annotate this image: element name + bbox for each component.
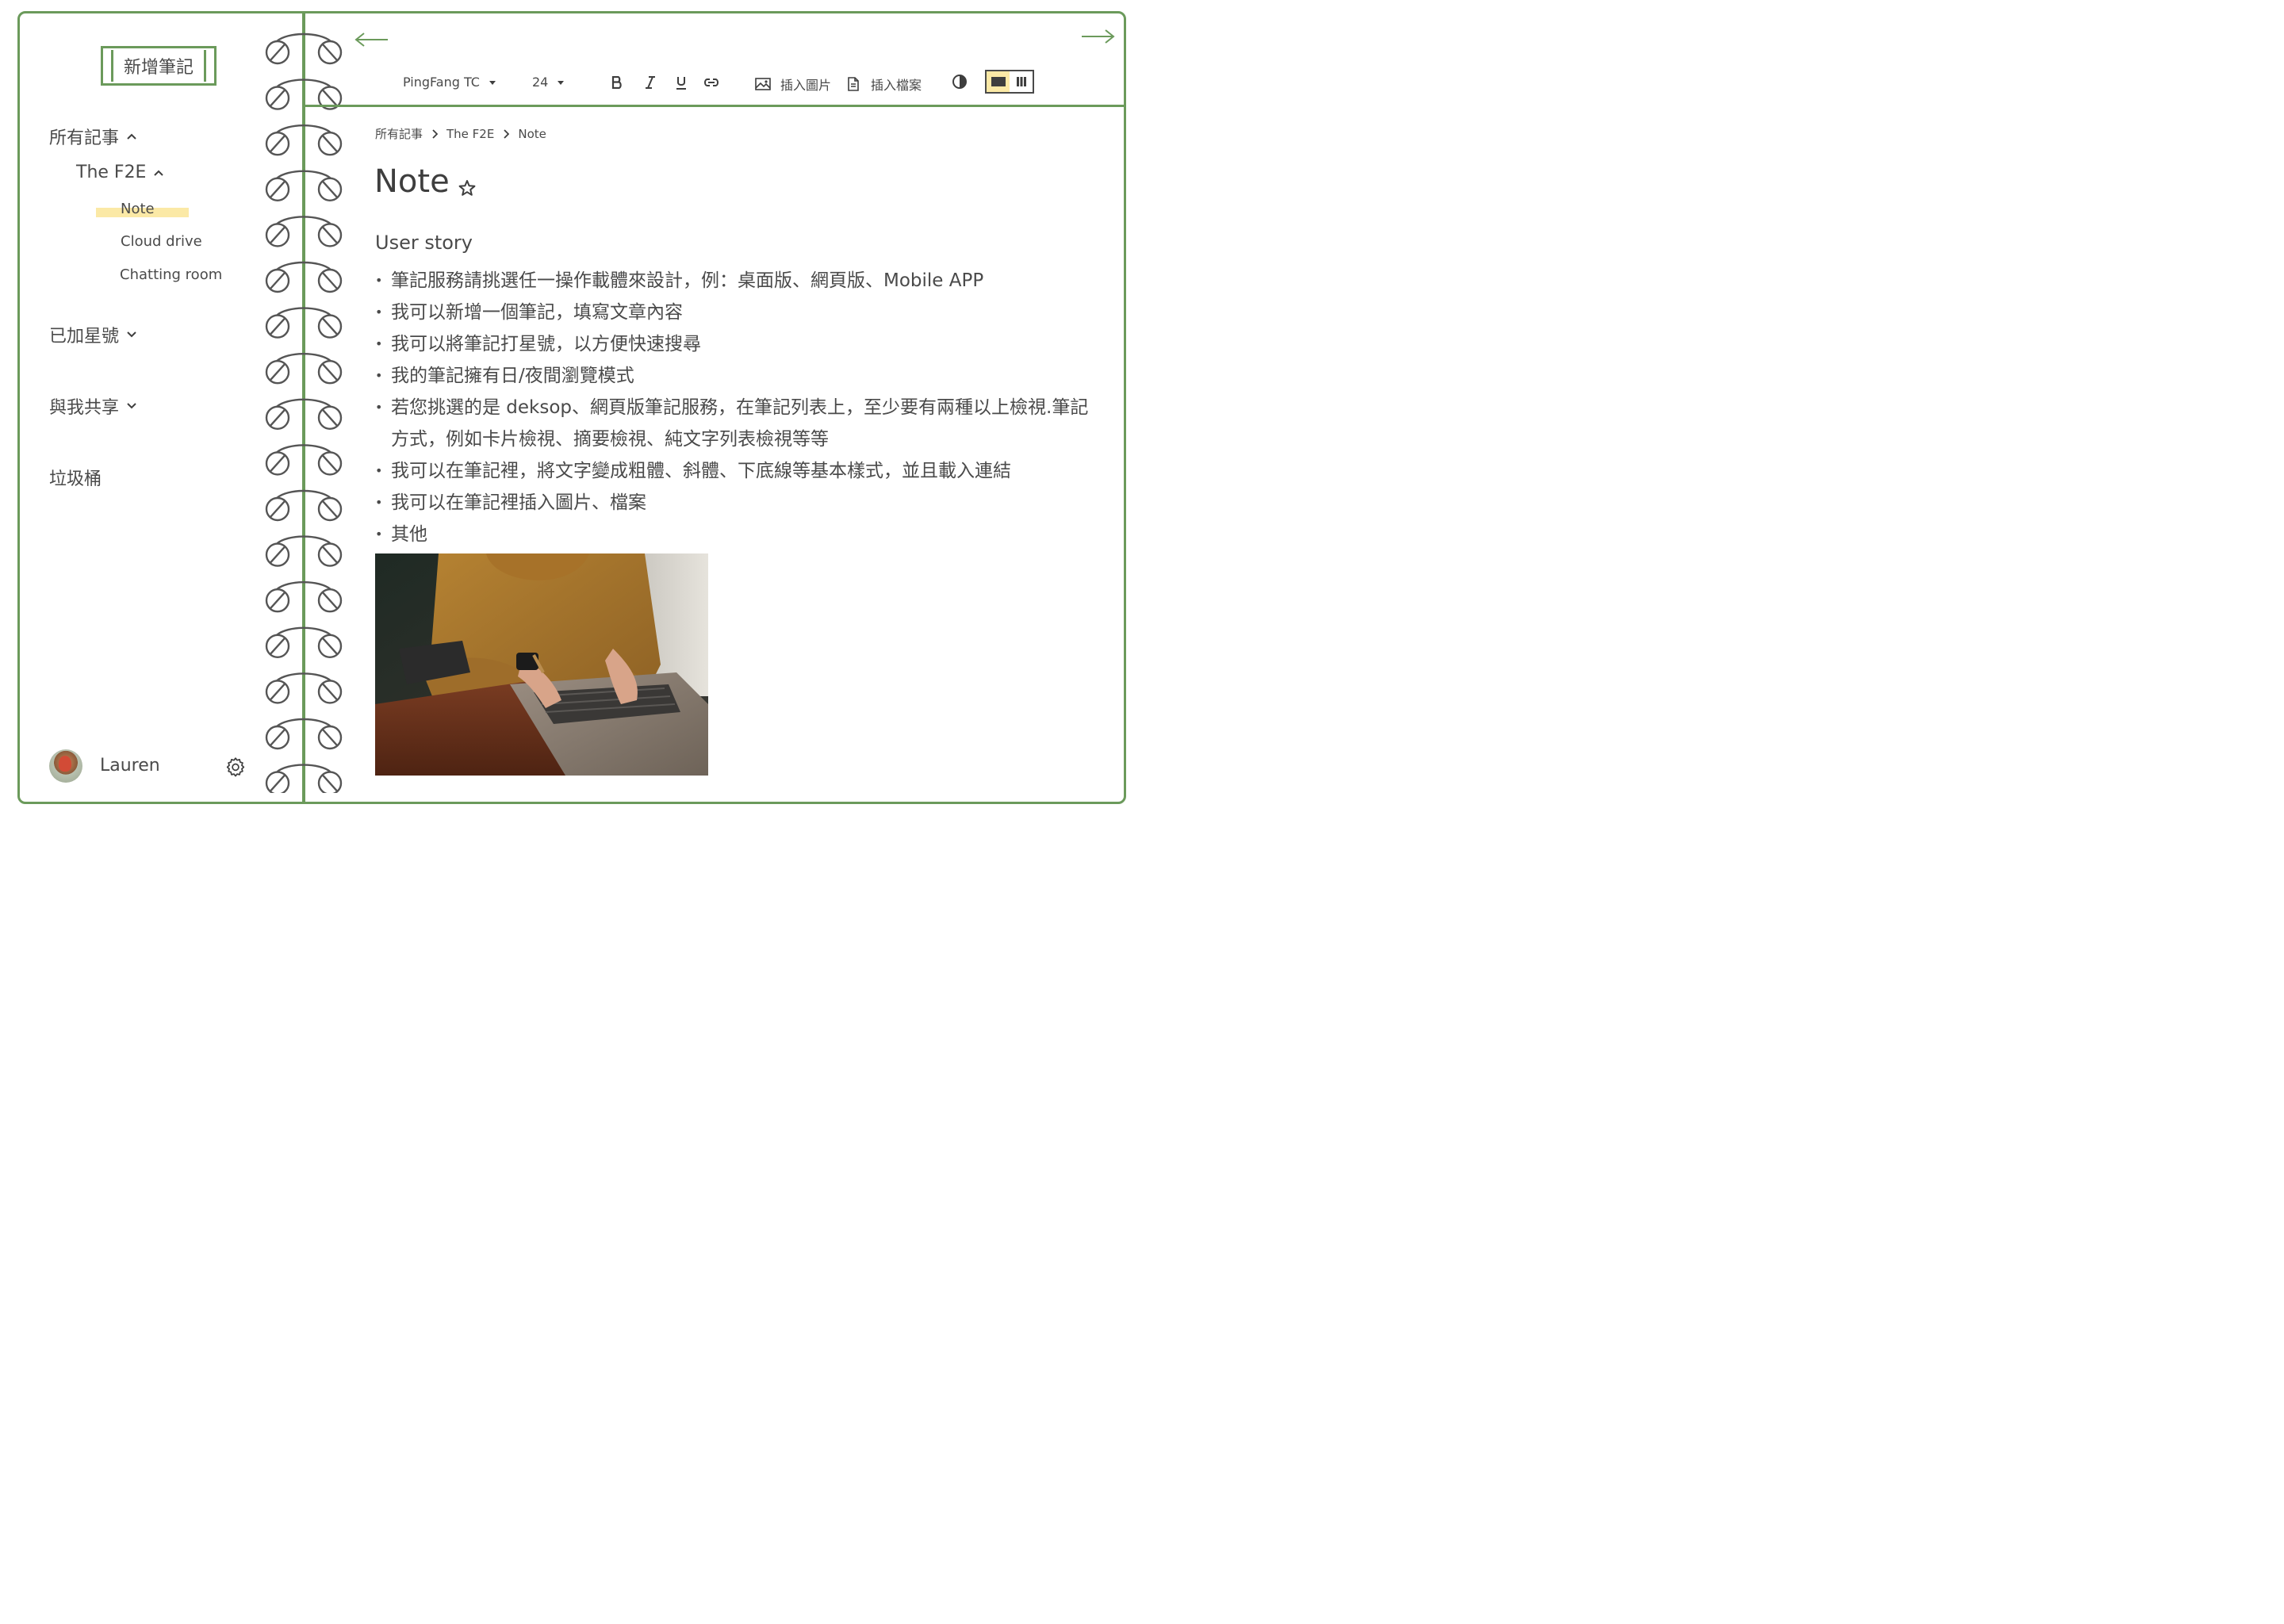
font-family-select[interactable]: PingFang TC bbox=[403, 75, 496, 90]
insert-image-button[interactable]: 插入圖片 bbox=[755, 75, 831, 94]
breadcrumb-item-folder[interactable]: The F2E bbox=[446, 127, 494, 141]
new-note-button[interactable]: 新增筆記 bbox=[101, 46, 217, 86]
font-family-value: PingFang TC bbox=[403, 75, 480, 90]
list-item[interactable]: 其他 bbox=[375, 519, 1105, 550]
view-mode-columns[interactable] bbox=[1010, 71, 1033, 92]
nav-trash[interactable]: 垃圾桶 bbox=[49, 465, 102, 490]
caret-down-icon bbox=[558, 80, 565, 85]
nav-starred-label: 已加星號 bbox=[49, 327, 120, 347]
caret-down-icon bbox=[489, 80, 496, 85]
underline-icon bbox=[676, 77, 686, 90]
chevron-up-icon bbox=[127, 133, 136, 140]
new-note-label: 新增筆記 bbox=[123, 58, 194, 78]
image-icon bbox=[755, 78, 771, 90]
nav-cloud-drive-label: Cloud drive bbox=[121, 233, 202, 250]
breadcrumb-item-note[interactable]: Note bbox=[518, 127, 546, 141]
italic-icon bbox=[646, 76, 655, 89]
list-item[interactable]: 若您挑選的是 deksop、網頁版筆記服務，在筆記列表上，至少要有兩種以上檢視.… bbox=[375, 392, 1105, 455]
list-item[interactable]: 我可以新增一個筆記，填寫文章內容 bbox=[375, 297, 1105, 328]
breadcrumb: 所有記事 The F2E Note bbox=[375, 125, 546, 142]
breadcrumb-item-all-notes[interactable]: 所有記事 bbox=[375, 125, 423, 142]
toolbar-divider bbox=[305, 105, 1126, 107]
list-item[interactable]: 我的筆記擁有日/夜間瀏覽模式 bbox=[375, 360, 1105, 392]
chevron-right-icon bbox=[432, 128, 439, 139]
nav-note-item[interactable]: Note bbox=[121, 201, 155, 217]
nav-shared[interactable]: 與我共享 bbox=[49, 393, 138, 419]
file-icon bbox=[848, 77, 859, 91]
list-item[interactable]: 我可以在筆記裡，將文字變成粗體、斜體、下底線等基本樣式，並且載入連結 bbox=[375, 455, 1105, 487]
nav-note-label: Note bbox=[121, 201, 155, 217]
insert-image-label: 插入圖片 bbox=[780, 78, 832, 93]
nav-trash-label: 垃圾桶 bbox=[49, 469, 102, 489]
chevron-down-icon bbox=[127, 403, 136, 409]
chevron-up-icon bbox=[154, 170, 164, 176]
arrow-left-icon[interactable] bbox=[354, 32, 389, 48]
nav-cloud-drive-item[interactable]: Cloud drive bbox=[121, 233, 202, 250]
avatar[interactable] bbox=[49, 749, 82, 783]
gear-icon[interactable] bbox=[225, 756, 246, 777]
link-button[interactable] bbox=[703, 77, 719, 88]
spiral-binding bbox=[265, 33, 343, 793]
note-heading[interactable]: User story bbox=[375, 232, 473, 254]
nav-shared-label: 與我共享 bbox=[49, 398, 120, 418]
star-icon[interactable] bbox=[458, 179, 476, 197]
nav-starred[interactable]: 已加星號 bbox=[49, 322, 138, 347]
italic-button[interactable] bbox=[645, 76, 656, 89]
insert-file-label: 插入檔案 bbox=[871, 78, 922, 93]
laptop-photo bbox=[375, 553, 708, 776]
user-name: Lauren bbox=[100, 756, 160, 776]
arrow-right-icon[interactable] bbox=[1080, 29, 1115, 44]
nav-all-notes-label: 所有記事 bbox=[49, 128, 120, 148]
list-item[interactable]: 我可以在筆記裡插入圖片、檔案 bbox=[375, 487, 1105, 519]
insert-file-button[interactable]: 插入檔案 bbox=[847, 75, 922, 94]
underline-button[interactable] bbox=[676, 76, 687, 90]
card-view-icon bbox=[991, 77, 1006, 86]
nav-folder-the-f2e[interactable]: The F2E bbox=[76, 163, 165, 182]
font-size-value: 24 bbox=[532, 75, 549, 90]
contrast-icon bbox=[952, 75, 967, 89]
view-mode-toggle[interactable] bbox=[985, 70, 1034, 94]
nav-all-notes[interactable]: 所有記事 bbox=[49, 124, 138, 149]
font-size-select[interactable]: 24 bbox=[532, 75, 565, 90]
nav-folder-label: The F2E bbox=[76, 163, 147, 182]
story-list[interactable]: 筆記服務請挑選任一操作載體來設計，例：桌面版、網頁版、Mobile APP 我可… bbox=[375, 265, 1105, 550]
bold-icon bbox=[611, 76, 622, 89]
nav-chatting-room-label: Chatting room bbox=[120, 266, 223, 283]
chevron-right-icon bbox=[504, 128, 510, 139]
link-icon bbox=[704, 79, 719, 86]
list-item[interactable]: 我可以將筆記打星號，以方便快速搜尋 bbox=[375, 328, 1105, 360]
inserted-image[interactable] bbox=[375, 553, 708, 776]
view-mode-card[interactable] bbox=[987, 71, 1010, 92]
chevron-down-icon bbox=[127, 331, 136, 338]
nav-chatting-room-item[interactable]: Chatting room bbox=[120, 266, 222, 283]
button-border-left bbox=[111, 50, 113, 82]
bold-button[interactable] bbox=[611, 76, 623, 89]
list-item[interactable]: 筆記服務請挑選任一操作載體來設計，例：桌面版、網頁版、Mobile APP bbox=[375, 265, 1105, 297]
button-border-right bbox=[204, 50, 206, 82]
theme-toggle-button[interactable] bbox=[952, 74, 968, 90]
columns-view-icon bbox=[1016, 77, 1026, 86]
note-title[interactable]: Note bbox=[374, 163, 450, 200]
